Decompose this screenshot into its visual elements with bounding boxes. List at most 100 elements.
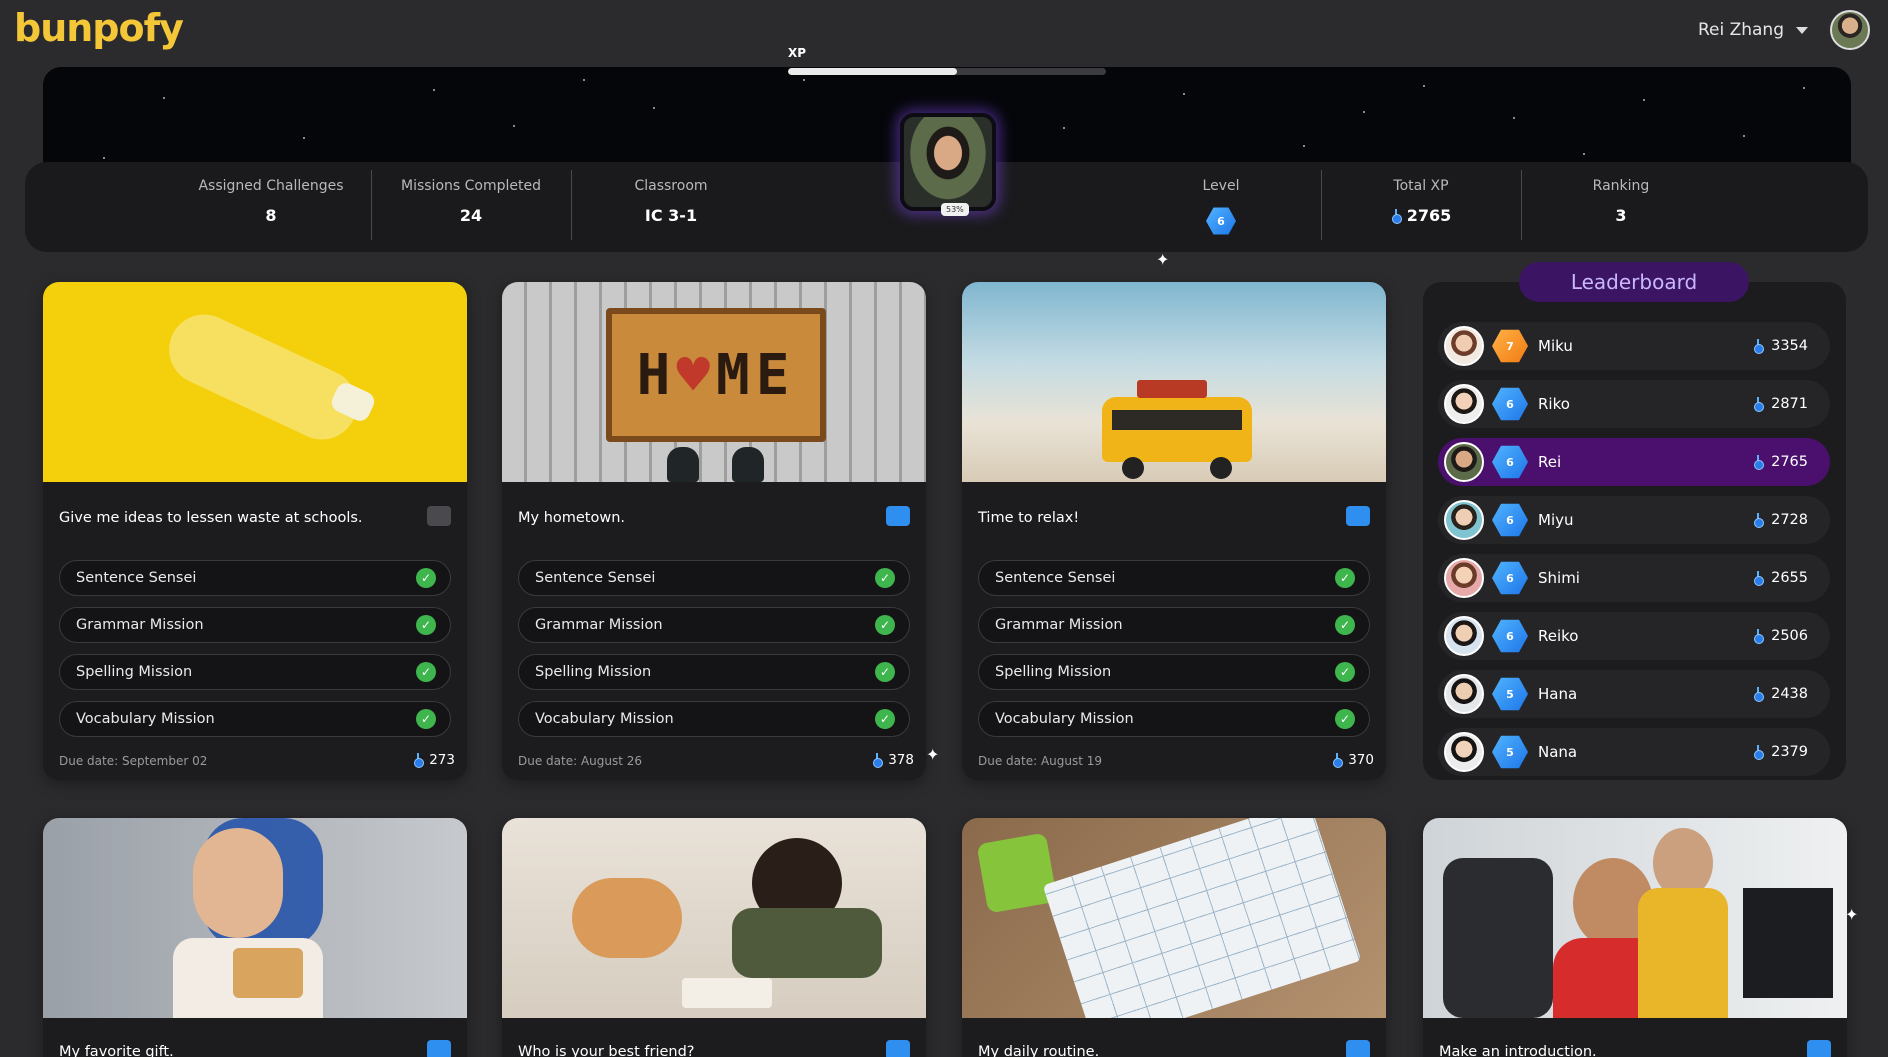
xp-drop-icon — [1753, 339, 1765, 354]
user-menu[interactable]: Rei Zhang — [1698, 10, 1870, 50]
leaderboard-row[interactable]: 6 Riko 2871 — [1438, 380, 1830, 428]
mission-label: Sentence Sensei — [76, 570, 197, 586]
xp-drop-icon — [1753, 629, 1765, 644]
leaderboard-row[interactable]: 7 Miku 3354 — [1438, 322, 1830, 370]
leaderboard-xp: 2655 — [1753, 570, 1808, 586]
mission-label: Vocabulary Mission — [995, 711, 1134, 727]
check-icon: ✓ — [416, 662, 436, 682]
card-title: My hometown. — [518, 510, 626, 526]
xp-drop-icon — [1753, 455, 1765, 470]
level-hex-icon: 5 — [1492, 735, 1528, 769]
check-icon: ✓ — [875, 662, 895, 682]
xp-drop-icon — [1753, 745, 1765, 760]
bunpofy-logo[interactable]: bunpofy — [14, 6, 184, 50]
mission-item[interactable]: Grammar Mission ✓ — [978, 607, 1370, 643]
comment-icon[interactable] — [1346, 506, 1370, 526]
leaderboard-row[interactable]: 6 Shimi 2655 — [1438, 554, 1830, 602]
challenge-card[interactable]: My favorite gift. — [43, 818, 467, 1057]
mission-item[interactable]: Vocabulary Mission ✓ — [978, 701, 1370, 737]
due-date: Due date: August 19 — [978, 754, 1103, 768]
card-title: My daily routine. — [978, 1044, 1100, 1057]
card-xp-value: 273 — [429, 752, 455, 768]
challenge-card[interactable]: Who is your best friend? — [502, 818, 926, 1057]
xp-progress-bar — [788, 68, 1106, 75]
level-hex-icon: 5 — [1492, 677, 1528, 711]
profile-picture[interactable] — [900, 113, 996, 211]
leaderboard-row[interactable]: 5 Nana 2379 — [1438, 728, 1830, 776]
avatar — [1444, 616, 1484, 656]
avatar — [1444, 384, 1484, 424]
leaderboard-xp-value: 2438 — [1771, 686, 1808, 702]
challenge-card[interactable]: Give me ideas to lessen waste at schools… — [43, 282, 467, 780]
avatar — [1444, 558, 1484, 598]
level-hex-icon: 6 — [1492, 387, 1528, 421]
challenge-card[interactable]: H ♥ ME My hometown. Sentence Sensei ✓ Gramm… — [502, 282, 926, 780]
mission-item[interactable]: Sentence Sensei ✓ — [978, 560, 1370, 596]
stat-label: Classroom — [634, 178, 708, 194]
xp-drop-icon — [1332, 753, 1344, 768]
stat-level: Level 6 — [1121, 178, 1321, 236]
stat-label: Missions Completed — [401, 178, 541, 194]
mission-item[interactable]: Spelling Mission ✓ — [518, 654, 910, 690]
challenge-card[interactable]: My daily routine. — [962, 818, 1386, 1057]
leaderboard-row[interactable]: 6 Miyu 2728 — [1438, 496, 1830, 544]
leaderboard-xp-value: 2506 — [1771, 628, 1808, 644]
due-date: Due date: August 26 — [518, 754, 643, 768]
leaderboard-xp: 2765 — [1753, 454, 1808, 470]
stat-label: Level — [1202, 178, 1240, 194]
mission-label: Grammar Mission — [76, 617, 204, 633]
card-image — [43, 282, 467, 482]
card-xp-value: 370 — [1348, 752, 1374, 768]
leaderboard-row[interactable]: 5 Hana 2438 — [1438, 670, 1830, 718]
mission-item[interactable]: Sentence Sensei ✓ — [59, 560, 451, 596]
user-avatar[interactable] — [1830, 10, 1870, 50]
leaderboard-xp-value: 2655 — [1771, 570, 1808, 586]
mission-label: Sentence Sensei — [995, 570, 1116, 586]
leaderboard-name: Riko — [1538, 395, 1570, 413]
leaderboard-xp: 3354 — [1753, 338, 1808, 354]
leaderboard-xp-value: 2765 — [1771, 454, 1808, 470]
total-xp-value: 2765 — [1406, 206, 1452, 225]
mission-item[interactable]: Grammar Mission ✓ — [59, 607, 451, 643]
stat-classroom: Classroom IC 3-1 — [571, 178, 771, 225]
mission-label: Spelling Mission — [995, 664, 1112, 680]
stat-label: Ranking — [1592, 178, 1650, 194]
leaderboard-title: Leaderboard — [1519, 262, 1749, 302]
level-hex-icon: 6 — [1492, 503, 1528, 537]
mission-item[interactable]: Sentence Sensei ✓ — [518, 560, 910, 596]
level-hex-icon: 7 — [1492, 329, 1528, 363]
comment-icon[interactable] — [1807, 1040, 1831, 1057]
stat-value: 8 — [265, 206, 277, 225]
mission-item[interactable]: Spelling Mission ✓ — [978, 654, 1370, 690]
stat-assigned: Assigned Challenges 8 — [171, 178, 371, 225]
mission-item[interactable]: Vocabulary Mission ✓ — [59, 701, 451, 737]
leaderboard-xp-value: 3354 — [1771, 338, 1808, 354]
stat-label: Total XP — [1393, 178, 1449, 194]
leaderboard-xp: 2728 — [1753, 512, 1808, 528]
card-xp: 378 — [872, 752, 914, 768]
leaderboard-xp-value: 2379 — [1771, 744, 1808, 760]
mission-item[interactable]: Vocabulary Mission ✓ — [518, 701, 910, 737]
comment-icon[interactable] — [1346, 1040, 1370, 1057]
comment-icon[interactable] — [886, 1040, 910, 1057]
mission-label: Vocabulary Mission — [76, 711, 215, 727]
comment-icon[interactable] — [427, 1040, 451, 1057]
challenge-card[interactable]: Time to relax! Sentence Sensei ✓ Grammar … — [962, 282, 1386, 780]
comment-icon[interactable] — [427, 506, 451, 526]
challenge-card[interactable]: Make an introduction. — [1423, 818, 1847, 1057]
level-hex-icon: 6 — [1492, 445, 1528, 479]
avatar — [1444, 732, 1484, 772]
leaderboard-row[interactable]: 6 Reiko 2506 — [1438, 612, 1830, 660]
stat-value: 3 — [1615, 206, 1627, 225]
mission-item[interactable]: Grammar Mission ✓ — [518, 607, 910, 643]
avatar — [1444, 674, 1484, 714]
comment-icon[interactable] — [886, 506, 910, 526]
xp-drop-icon — [1753, 513, 1765, 528]
xp-drop-icon — [1391, 208, 1402, 224]
mission-label: Vocabulary Mission — [535, 711, 674, 727]
chevron-down-icon[interactable] — [1796, 26, 1808, 34]
card-image — [1423, 818, 1847, 1018]
mission-item[interactable]: Spelling Mission ✓ — [59, 654, 451, 690]
leaderboard-row[interactable]: 6 Rei 2765 — [1438, 438, 1830, 486]
user-name[interactable]: Rei Zhang — [1698, 20, 1784, 40]
